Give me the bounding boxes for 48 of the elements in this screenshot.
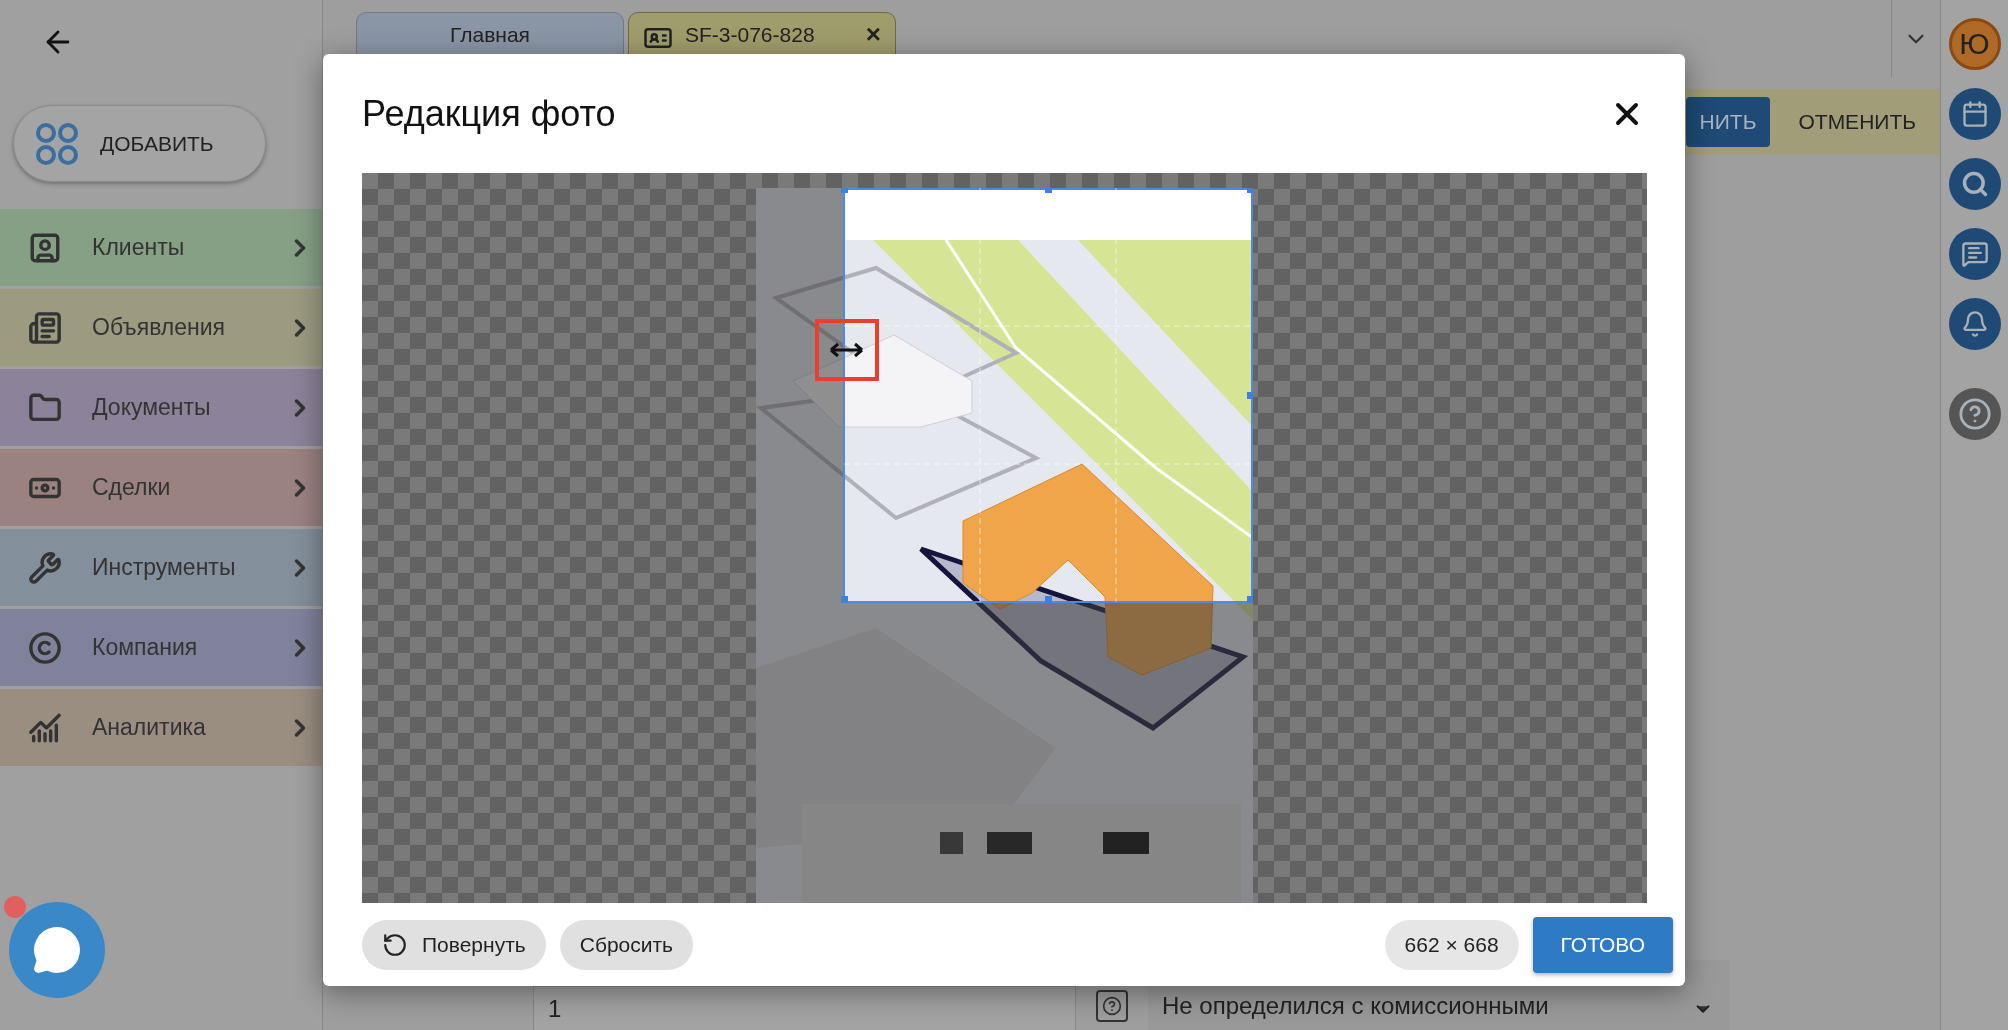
user-avatar[interactable]: Ю — [1948, 18, 2001, 70]
highlight-box — [815, 319, 879, 381]
sidebar-item-label: Компания — [92, 634, 199, 661]
sidebar-item[interactable]: Документы — [0, 369, 322, 446]
tab-label: Главная — [450, 23, 530, 47]
bell-icon — [1960, 310, 1989, 338]
tab-label: SF-3-076-828 — [685, 23, 815, 47]
sidebar-item[interactable]: Клиенты — [0, 209, 322, 286]
circles-logo-icon — [34, 120, 80, 167]
sidebar-item-label: Сделки — [92, 474, 172, 501]
calendar-button[interactable] — [1948, 88, 2001, 140]
sidebar-item[interactable]: Инструменты — [0, 529, 322, 606]
help-icon[interactable] — [1096, 990, 1128, 1022]
sidebar-item-label: Аналитика — [92, 714, 207, 741]
save-button[interactable]: НИТЬ — [1685, 97, 1771, 147]
done-button[interactable]: ГОТОВО — [1532, 916, 1673, 973]
sidebar-item-label: Документы — [92, 394, 212, 421]
help-button[interactable] — [1948, 388, 2001, 440]
add-button[interactable]: ДОБАВИТЬ — [13, 105, 266, 182]
rotate-icon — [382, 931, 408, 958]
input-field[interactable]: 1 — [533, 986, 1076, 1030]
cancel-button[interactable]: ОТМЕНИТЬ — [1784, 97, 1930, 147]
copyright-icon — [28, 630, 62, 665]
chat-button[interactable] — [1948, 228, 2001, 280]
search-button[interactable] — [1948, 158, 2001, 210]
wrench-icon — [28, 550, 62, 585]
select-value: Не определился с комиссионными — [1162, 992, 1550, 1020]
sidebar-item[interactable]: Аналитика — [0, 689, 322, 766]
resize-cursor-icon — [829, 342, 864, 358]
sidebar-item[interactable]: Сделки — [0, 449, 322, 526]
help-icon — [1957, 397, 1992, 431]
calendar-icon — [1960, 100, 1989, 128]
sidebar-item[interactable]: Объявления — [0, 289, 322, 366]
image-size-label: 662 × 668 — [1384, 919, 1519, 970]
rotate-button[interactable]: Повернуть — [362, 919, 546, 970]
crop-frame[interactable] — [841, 188, 1253, 603]
sidebar-item-label: Инструменты — [92, 554, 237, 581]
sidebar-item-label: Клиенты — [92, 234, 186, 261]
tab-close-button[interactable]: × — [865, 23, 881, 45]
reset-button[interactable]: Сбросить — [559, 919, 694, 970]
newspaper-icon — [28, 310, 62, 345]
sidebar-item[interactable]: Компания — [0, 609, 322, 686]
chat-bubble-icon — [32, 925, 82, 975]
notifications-button[interactable] — [1948, 298, 2001, 350]
search-icon — [1960, 170, 1989, 198]
message-icon — [1960, 240, 1989, 268]
dialog-title: Редакция фото — [362, 92, 616, 135]
sidebar-item-label: Объявления — [92, 314, 227, 341]
